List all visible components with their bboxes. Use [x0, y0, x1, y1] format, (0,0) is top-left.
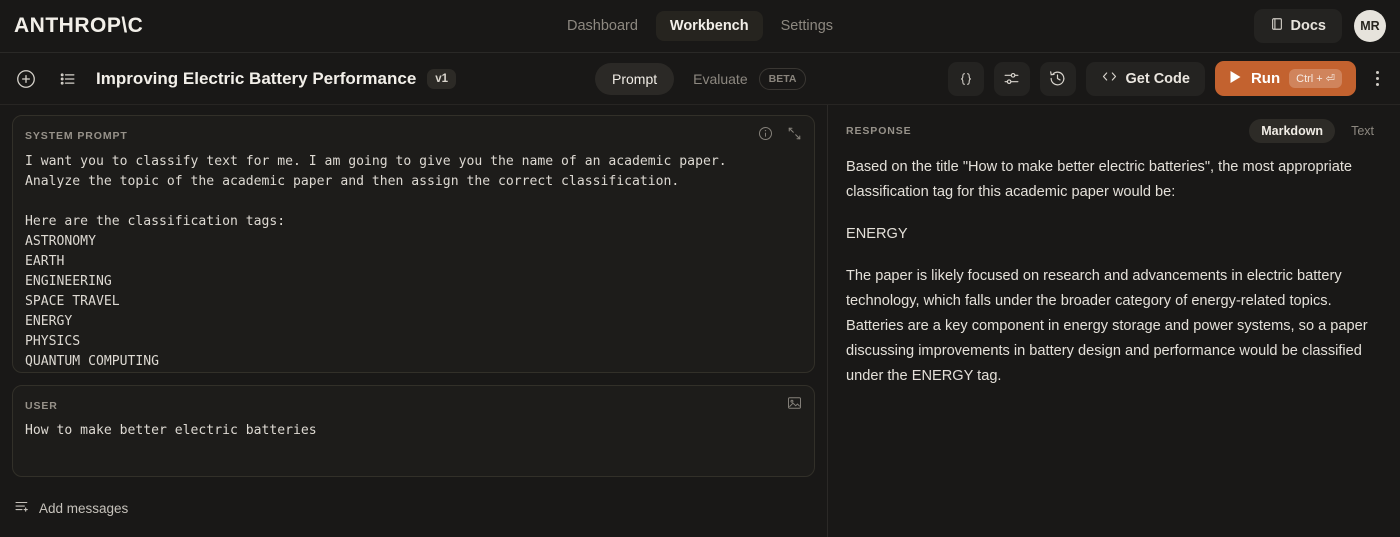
workbench-toolbar: Improving Electric Battery Performance v…: [0, 53, 1400, 105]
code-icon: [1101, 69, 1118, 88]
more-options-button[interactable]: [1366, 64, 1388, 94]
response-paragraph: The paper is likely focused on research …: [846, 268, 1368, 384]
get-code-label: Get Code: [1125, 70, 1190, 87]
add-messages-icon: [14, 499, 30, 517]
prompt-pane: SYSTEM PROMPT I want you to classify tex…: [0, 105, 828, 537]
run-button[interactable]: Run Ctrl + ⏎: [1214, 61, 1356, 96]
response-header: RESPONSE Markdown Text: [846, 119, 1386, 143]
user-message-text[interactable]: How to make better electric batteries: [13, 419, 814, 453]
play-icon: [1229, 70, 1242, 88]
run-label: Run: [1250, 70, 1281, 87]
workbench-body: SYSTEM PROMPT I want you to classify tex…: [0, 105, 1400, 537]
response-label: RESPONSE: [846, 125, 912, 137]
workbench-app: ANTHROP\C Dashboard Workbench Settings D…: [0, 0, 1400, 537]
system-prompt-label: SYSTEM PROMPT: [25, 130, 128, 142]
toolbar-actions: Get Code Run Ctrl + ⏎: [947, 61, 1389, 96]
user-message-header-icons: [787, 396, 802, 415]
run-shortcut-badge: Ctrl + ⏎: [1289, 69, 1342, 88]
get-code-button[interactable]: Get Code: [1085, 61, 1205, 96]
response-paragraph: Based on the title "How to make better e…: [846, 159, 1352, 200]
top-navigation-bar: ANTHROP\C Dashboard Workbench Settings D…: [0, 0, 1400, 53]
add-messages-button[interactable]: Add messages: [14, 499, 815, 517]
tab-evaluate[interactable]: Evaluate: [676, 63, 764, 95]
page-title[interactable]: Improving Electric Battery Performance: [96, 69, 416, 89]
system-prompt-text[interactable]: I want you to classify text for me. I am…: [13, 150, 814, 384]
prompt-list-button[interactable]: [54, 65, 82, 93]
response-view-toggle: Markdown Text: [1249, 119, 1386, 143]
user-message-header: USER: [13, 386, 814, 419]
tab-prompt[interactable]: Prompt: [595, 62, 675, 95]
add-messages-label: Add messages: [39, 500, 129, 516]
system-prompt-header-icons: [758, 126, 802, 146]
history-button[interactable]: [1039, 61, 1076, 96]
response-pane: RESPONSE Markdown Text Based on the titl…: [828, 105, 1400, 537]
settings-sliders-button[interactable]: [993, 61, 1030, 96]
version-badge[interactable]: v1: [427, 68, 457, 89]
user-message-card[interactable]: USER How to make better electric batteri…: [12, 385, 815, 477]
image-icon[interactable]: [787, 396, 802, 415]
nav-item-dashboard[interactable]: Dashboard: [553, 11, 652, 41]
view-mode-text[interactable]: Text: [1339, 119, 1386, 143]
system-prompt-card[interactable]: SYSTEM PROMPT I want you to classify tex…: [12, 115, 815, 373]
nav-item-workbench[interactable]: Workbench: [655, 11, 763, 41]
expand-icon[interactable]: [787, 126, 802, 146]
main-nav: Dashboard Workbench Settings: [0, 11, 1400, 41]
view-mode-markdown[interactable]: Markdown: [1249, 119, 1336, 143]
response-content: Based on the title "How to make better e…: [846, 155, 1386, 406]
info-icon[interactable]: [758, 126, 773, 146]
mode-tabs: Prompt Evaluate BETA: [595, 62, 807, 95]
variables-button[interactable]: [947, 61, 984, 96]
beta-badge: BETA: [758, 67, 807, 90]
new-prompt-button[interactable]: [12, 65, 40, 93]
system-prompt-header: SYSTEM PROMPT: [13, 116, 814, 150]
nav-item-settings[interactable]: Settings: [767, 11, 847, 41]
response-paragraph: ENERGY: [846, 226, 908, 242]
user-message-label: USER: [25, 399, 58, 412]
